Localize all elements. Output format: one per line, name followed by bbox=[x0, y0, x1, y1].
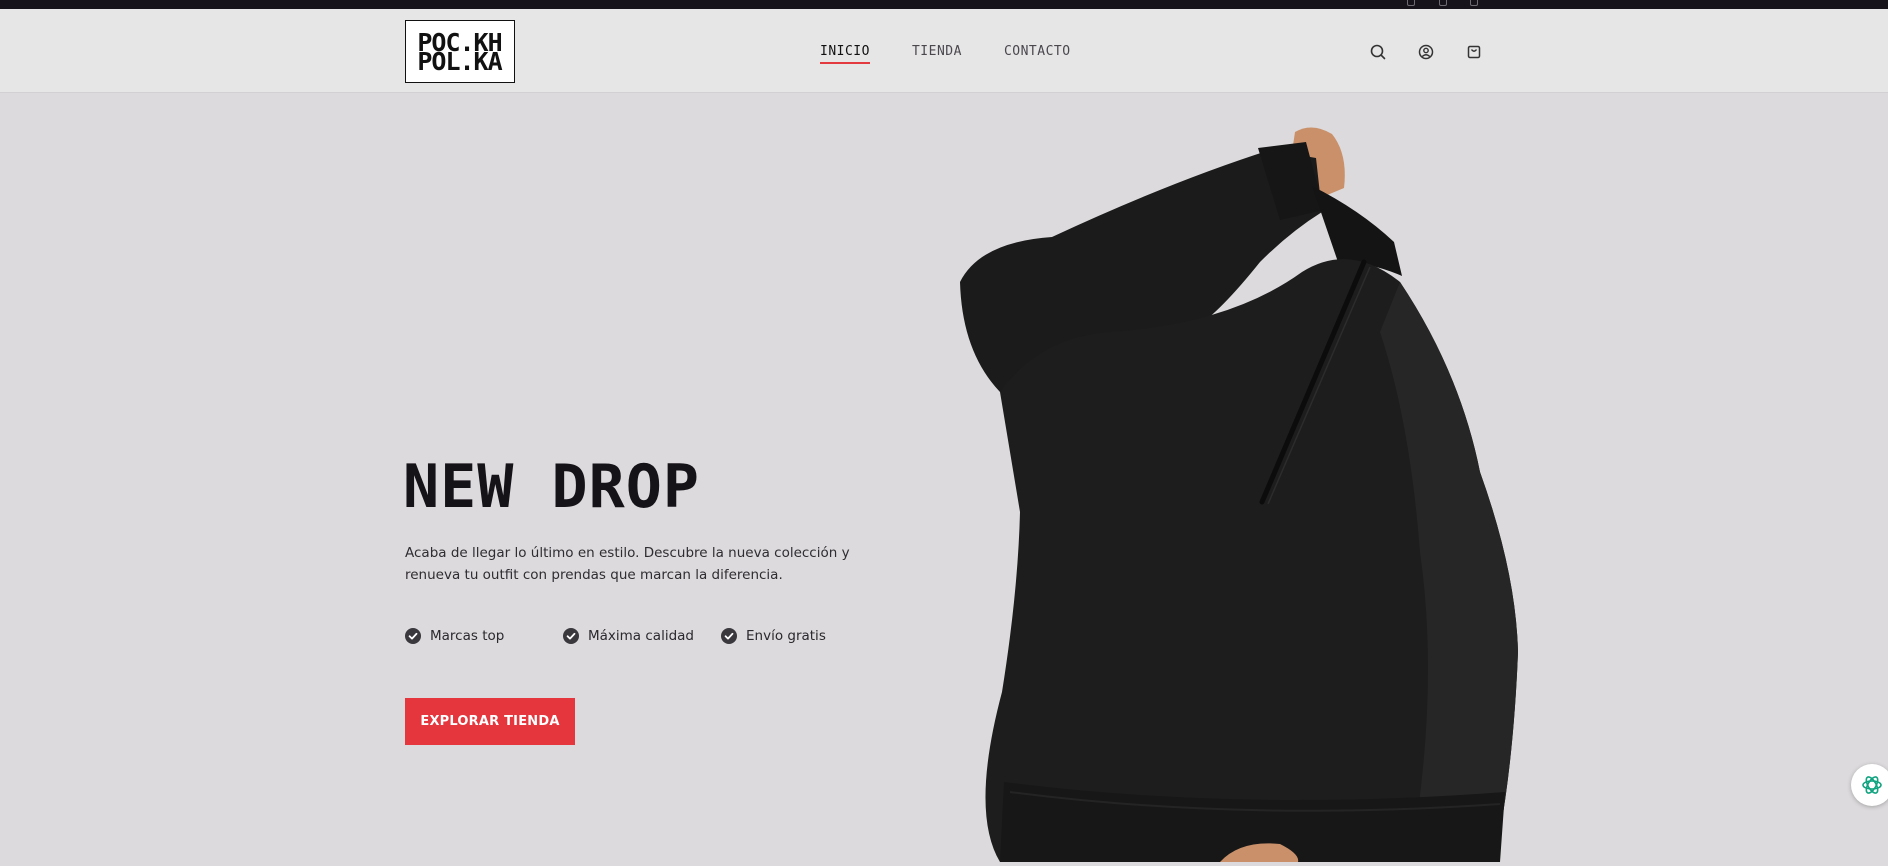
check-circle-icon bbox=[405, 628, 421, 644]
main-nav: INICIO TIENDA CONTACTO bbox=[820, 44, 1071, 64]
site-header: POC.KH POL.KA INICIO TIENDA CONTACTO bbox=[0, 9, 1888, 93]
whatsapp-icon[interactable] bbox=[1470, 0, 1478, 6]
check-circle-icon bbox=[563, 628, 579, 644]
openai-icon bbox=[1862, 776, 1882, 794]
nav-item-inicio[interactable]: INICIO bbox=[820, 44, 870, 64]
chat-widget-button[interactable] bbox=[1851, 764, 1888, 806]
shopping-bag-icon[interactable] bbox=[1464, 42, 1484, 62]
check-circle-icon bbox=[721, 628, 737, 644]
feature-list: Marcas top Máxima calidad Envío gratis bbox=[405, 628, 826, 644]
explore-shop-button[interactable]: EXPLORAR TIENDA bbox=[405, 698, 575, 745]
top-bar bbox=[0, 0, 1888, 9]
hero-image bbox=[940, 92, 1540, 863]
header-actions bbox=[1368, 42, 1484, 62]
nav-item-tienda[interactable]: TIENDA bbox=[912, 44, 962, 64]
instagram-icon[interactable] bbox=[1407, 0, 1415, 6]
feature-label: Máxima calidad bbox=[588, 628, 694, 644]
mail-icon[interactable] bbox=[1439, 0, 1447, 6]
hero-title: NEW DROP bbox=[403, 452, 700, 522]
hero-description: Acaba de llegar lo último en estilo. Des… bbox=[405, 545, 850, 583]
feature-label: Envío gratis bbox=[746, 628, 826, 644]
user-icon[interactable] bbox=[1416, 42, 1436, 62]
logo[interactable]: POC.KH POL.KA bbox=[405, 20, 515, 83]
feature-item: Máxima calidad bbox=[563, 628, 721, 644]
search-icon[interactable] bbox=[1368, 42, 1388, 62]
feature-label: Marcas top bbox=[430, 628, 505, 644]
nav-item-contacto[interactable]: CONTACTO bbox=[1004, 44, 1071, 64]
feature-item: Marcas top bbox=[405, 628, 563, 644]
logo-text-bottom: POL.KA bbox=[417, 47, 502, 76]
feature-item: Envío gratis bbox=[721, 628, 826, 644]
